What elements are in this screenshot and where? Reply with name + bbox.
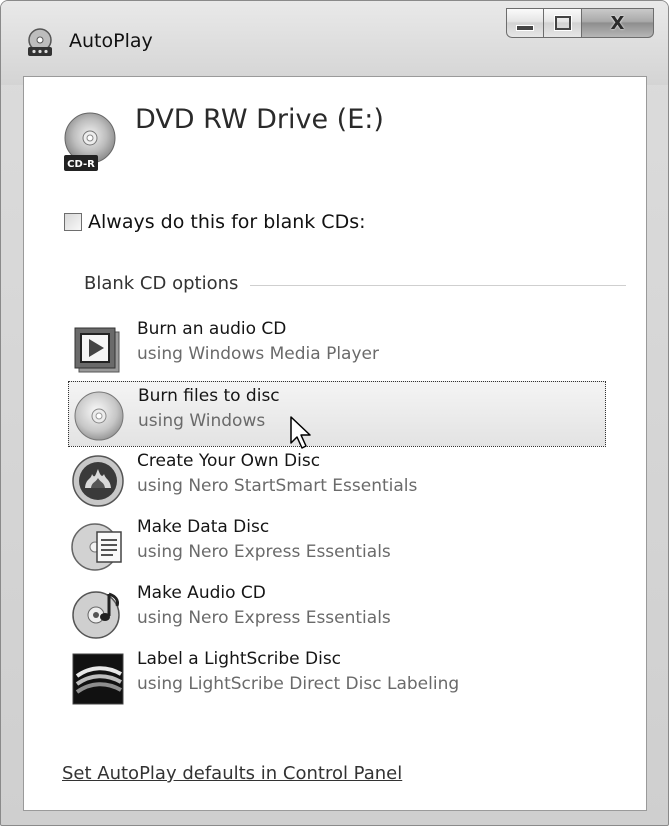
option-make-audio-cd[interactable]: Make Audio CD using Nero Express Essenti… [68, 579, 606, 645]
client-area: CD-R DVD RW Drive (E:) Always do this fo… [23, 76, 647, 811]
option-title: Make Audio CD [137, 583, 266, 603]
always-do-this-checkbox[interactable] [64, 213, 82, 231]
option-create-your-own-disc[interactable]: Create Your Own Disc using Nero StartSma… [68, 447, 606, 513]
close-button[interactable]: X [582, 8, 654, 38]
device-name: DVD RW Drive (E:) [135, 104, 384, 135]
window-title: AutoPlay [69, 30, 153, 52]
media-player-icon [74, 327, 120, 373]
minimize-icon [516, 25, 534, 31]
option-subtitle: using Nero StartSmart Essentials [137, 476, 418, 496]
option-make-data-disc[interactable]: Make Data Disc using Nero Express Essent… [68, 513, 606, 579]
option-subtitle: using Nero Express Essentials [137, 542, 391, 562]
autoplay-icon [28, 28, 52, 56]
data-disc-icon [71, 523, 122, 571]
audio-disc-icon [72, 591, 120, 639]
maximize-icon [554, 16, 571, 30]
disc-icon [74, 391, 124, 441]
mouse-cursor-icon [290, 416, 311, 449]
option-title: Label a LightScribe Disc [137, 649, 342, 669]
option-subtitle: using Windows Media Player [137, 344, 379, 364]
option-subtitle: using Nero Express Essentials [137, 608, 391, 628]
option-subtitle: using LightScribe Direct Disc Labeling [137, 674, 460, 694]
lightscribe-icon [72, 653, 124, 705]
window-controls: X [506, 8, 654, 38]
option-title: Burn an audio CD [137, 319, 287, 339]
group-divider [250, 284, 626, 286]
minimize-button[interactable] [506, 8, 544, 38]
cd-r-drive-icon: CD-R [64, 112, 116, 171]
option-label-lightscribe-disc[interactable]: Label a LightScribe Disc using LightScri… [68, 645, 606, 711]
always-do-this-label[interactable]: Always do this for blank CDs: [88, 211, 366, 233]
control-panel-defaults-link[interactable]: Set AutoPlay defaults in Control Panel [62, 763, 402, 784]
always-do-this-row[interactable]: Always do this for blank CDs: [64, 211, 366, 233]
nero-flame-icon [72, 455, 124, 507]
cd-r-badge: CD-R [67, 159, 95, 170]
option-title: Make Data Disc [137, 517, 270, 537]
option-burn-audio-cd[interactable]: Burn an audio CD using Windows Media Pla… [68, 315, 606, 381]
title-bar[interactable]: AutoPlay X [1, 1, 668, 85]
close-icon: X [610, 12, 625, 34]
blank-cd-options-header: Blank CD options [84, 273, 626, 294]
option-title: Create Your Own Disc [137, 451, 321, 471]
option-title: Burn files to disc [138, 386, 280, 406]
maximize-button[interactable] [544, 8, 582, 38]
option-subtitle: using Windows [138, 411, 266, 431]
autoplay-window: AutoPlay X CD-R DVD RW Drive (E:) Always… [0, 0, 669, 826]
option-burn-files-to-disc[interactable]: Burn files to disc using Windows [68, 381, 606, 447]
group-label: Blank CD options [84, 273, 239, 294]
